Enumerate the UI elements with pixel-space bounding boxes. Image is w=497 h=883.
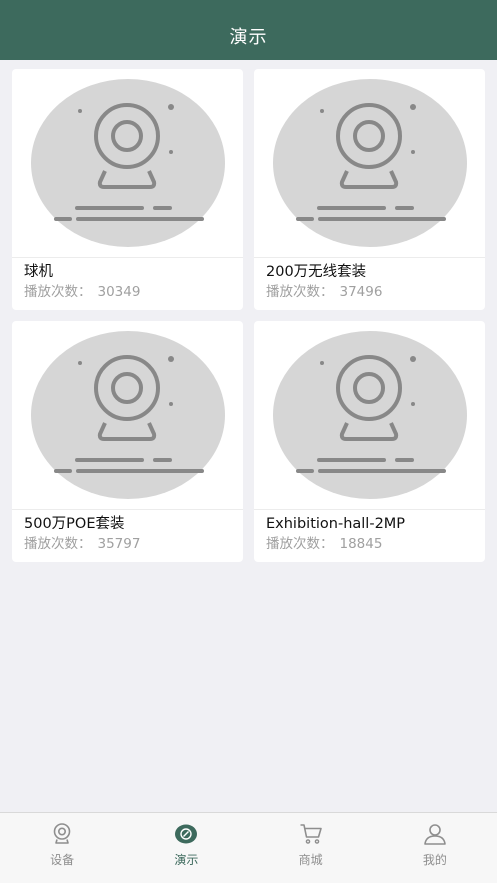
device-grid: 球机 播放次数： 30349 200万无线套装 播放次数： 37496 500万… <box>12 69 485 562</box>
play-count-value: 37496 <box>339 284 383 300</box>
play-count: 播放次数： 18845 <box>266 534 473 554</box>
device-thumbnail <box>254 321 485 510</box>
device-thumbnail <box>254 69 485 258</box>
play-count: 播放次数： 35797 <box>24 534 231 554</box>
tab-label: 我的 <box>422 853 447 867</box>
device-card[interactable]: 500万POE套装 播放次数： 35797 <box>12 321 243 562</box>
play-count-label: 播放次数： <box>266 284 334 300</box>
tab-demo[interactable]: 演示 <box>124 813 248 883</box>
camera-placeholder-icon <box>30 79 225 247</box>
camera-placeholder-icon <box>30 331 225 499</box>
play-count-label: 播放次数： <box>24 284 92 300</box>
tab-label: 商城 <box>298 853 323 867</box>
play-count-value: 18845 <box>339 536 383 552</box>
device-thumbnail <box>12 69 243 258</box>
tab-profile[interactable]: 我的 <box>373 813 497 883</box>
device-title: 500万POE套装 <box>24 516 125 532</box>
play-count-label: 播放次数： <box>266 536 334 552</box>
device-thumbnail <box>12 321 243 510</box>
play-count: 播放次数： 30349 <box>24 282 231 302</box>
play-count: 播放次数： 37496 <box>266 282 473 302</box>
play-count-value: 35797 <box>97 536 141 552</box>
play-count-label: 播放次数： <box>24 536 92 552</box>
device-card[interactable]: 200万无线套装 播放次数： 37496 <box>254 69 485 310</box>
play-count-value: 30349 <box>97 284 141 300</box>
cart-icon <box>300 824 322 844</box>
tab-store[interactable]: 商城 <box>249 813 373 883</box>
page-title: 演示 <box>229 27 268 48</box>
bottom-tab-bar: 设备 演示 商城 我的 <box>0 812 497 883</box>
device-card[interactable]: 球机 播放次数： 30349 <box>12 69 243 310</box>
camera-placeholder-icon <box>272 331 467 499</box>
demo-icon <box>175 824 198 844</box>
tab-label: 演示 <box>174 853 199 867</box>
tab-devices[interactable]: 设备 <box>0 813 124 883</box>
nav-header: 演示 <box>0 0 497 60</box>
device-title: 200万无线套装 <box>266 264 367 280</box>
device-title: Exhibition-hall-2MP <box>266 516 406 532</box>
camera-placeholder-icon <box>272 79 467 247</box>
tab-label: 设备 <box>50 853 75 867</box>
device-title: 球机 <box>24 264 53 280</box>
camera-icon <box>53 823 71 844</box>
user-icon <box>424 824 446 845</box>
device-card[interactable]: Exhibition-hall-2MP 播放次数： 18845 <box>254 321 485 562</box>
